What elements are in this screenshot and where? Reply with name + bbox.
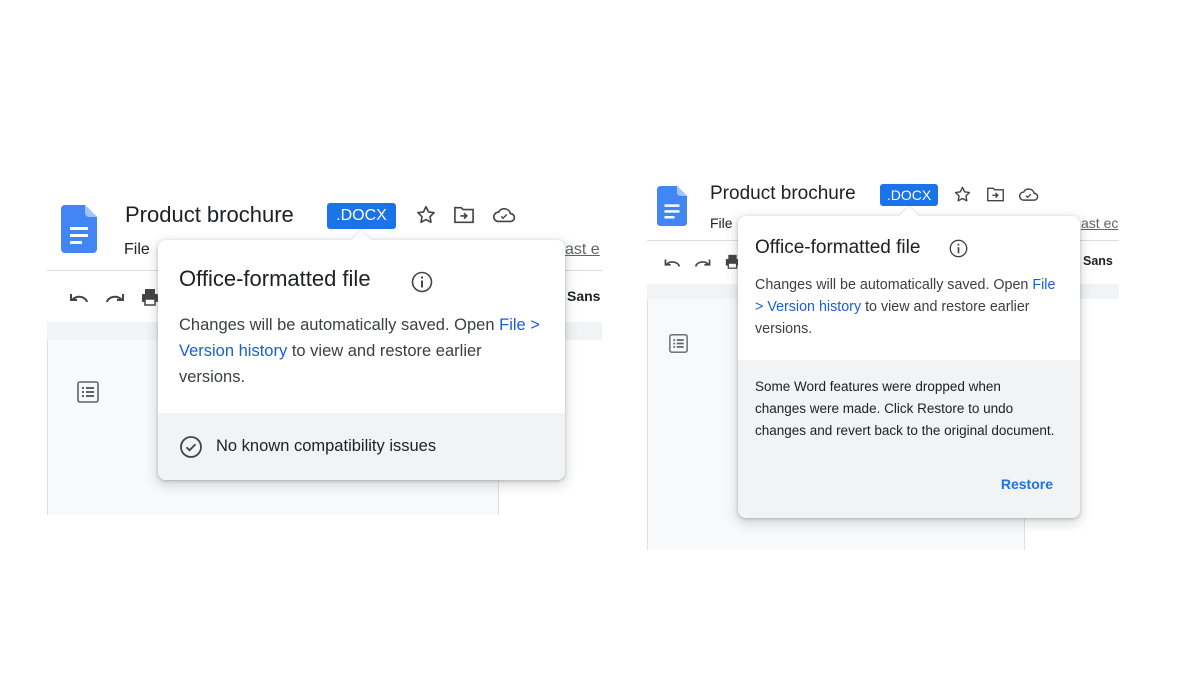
info-icon[interactable] bbox=[411, 271, 433, 293]
left-screenshot: Product brochure .DOCX File ast e Sans O… bbox=[47, 195, 602, 515]
outline-icon[interactable] bbox=[669, 334, 688, 353]
move-to-folder-icon[interactable] bbox=[986, 186, 1005, 203]
docs-icon[interactable] bbox=[657, 186, 687, 226]
office-format-popover: Office-formatted file Changes will be au… bbox=[158, 230, 565, 480]
popover-description: Changes will be automatically saved. Ope… bbox=[755, 274, 1067, 340]
move-to-folder-icon[interactable] bbox=[453, 205, 475, 225]
compatibility-footer: No known compatibility issues bbox=[158, 413, 565, 480]
last-edit-link[interactable]: ast e bbox=[565, 241, 600, 259]
undo-icon[interactable] bbox=[662, 256, 681, 270]
document-title[interactable]: Product brochure bbox=[125, 202, 294, 228]
popover-description: Changes will be automatically saved. Ope… bbox=[179, 312, 549, 390]
right-screenshot: Product brochure .DOCX File ast ec Sans … bbox=[647, 178, 1119, 550]
compatibility-status: No known compatibility issues bbox=[216, 437, 437, 455]
redo-icon[interactable] bbox=[105, 290, 127, 306]
docx-badge[interactable]: .DOCX bbox=[880, 184, 938, 206]
font-selector[interactable]: Sans bbox=[567, 288, 600, 304]
menu-file[interactable]: File bbox=[710, 215, 733, 231]
description-text: Changes will be automatically saved. Ope… bbox=[755, 277, 1029, 293]
compatibility-warning-footer: Some Word features were dropped when cha… bbox=[738, 360, 1080, 518]
cloud-status-icon[interactable] bbox=[492, 205, 516, 225]
outline-icon[interactable] bbox=[77, 381, 99, 403]
dropped-features-warning: Some Word features were dropped when cha… bbox=[755, 379, 1055, 438]
restore-button[interactable]: Restore bbox=[1001, 476, 1053, 492]
popover-title: Office-formatted file bbox=[179, 266, 371, 291]
office-format-popover: Office-formatted file Changes will be au… bbox=[738, 206, 1080, 518]
star-icon[interactable] bbox=[415, 204, 437, 226]
check-circle-icon bbox=[180, 436, 202, 458]
last-edit-link[interactable]: ast ec bbox=[1081, 215, 1118, 231]
undo-icon[interactable] bbox=[67, 290, 89, 306]
popover-title: Office-formatted file bbox=[755, 237, 921, 258]
star-icon[interactable] bbox=[953, 185, 972, 204]
font-selector[interactable]: Sans bbox=[1083, 254, 1113, 268]
description-text: Changes will be automatically saved. Ope… bbox=[179, 316, 495, 334]
menu-file[interactable]: File bbox=[124, 241, 150, 259]
docs-icon[interactable] bbox=[61, 205, 97, 253]
cloud-status-icon[interactable] bbox=[1018, 186, 1039, 203]
info-icon[interactable] bbox=[949, 239, 968, 258]
docx-badge[interactable]: .DOCX bbox=[327, 203, 396, 229]
print-icon[interactable] bbox=[141, 288, 159, 306]
document-title[interactable]: Product brochure bbox=[710, 183, 856, 205]
redo-icon[interactable] bbox=[694, 256, 713, 270]
